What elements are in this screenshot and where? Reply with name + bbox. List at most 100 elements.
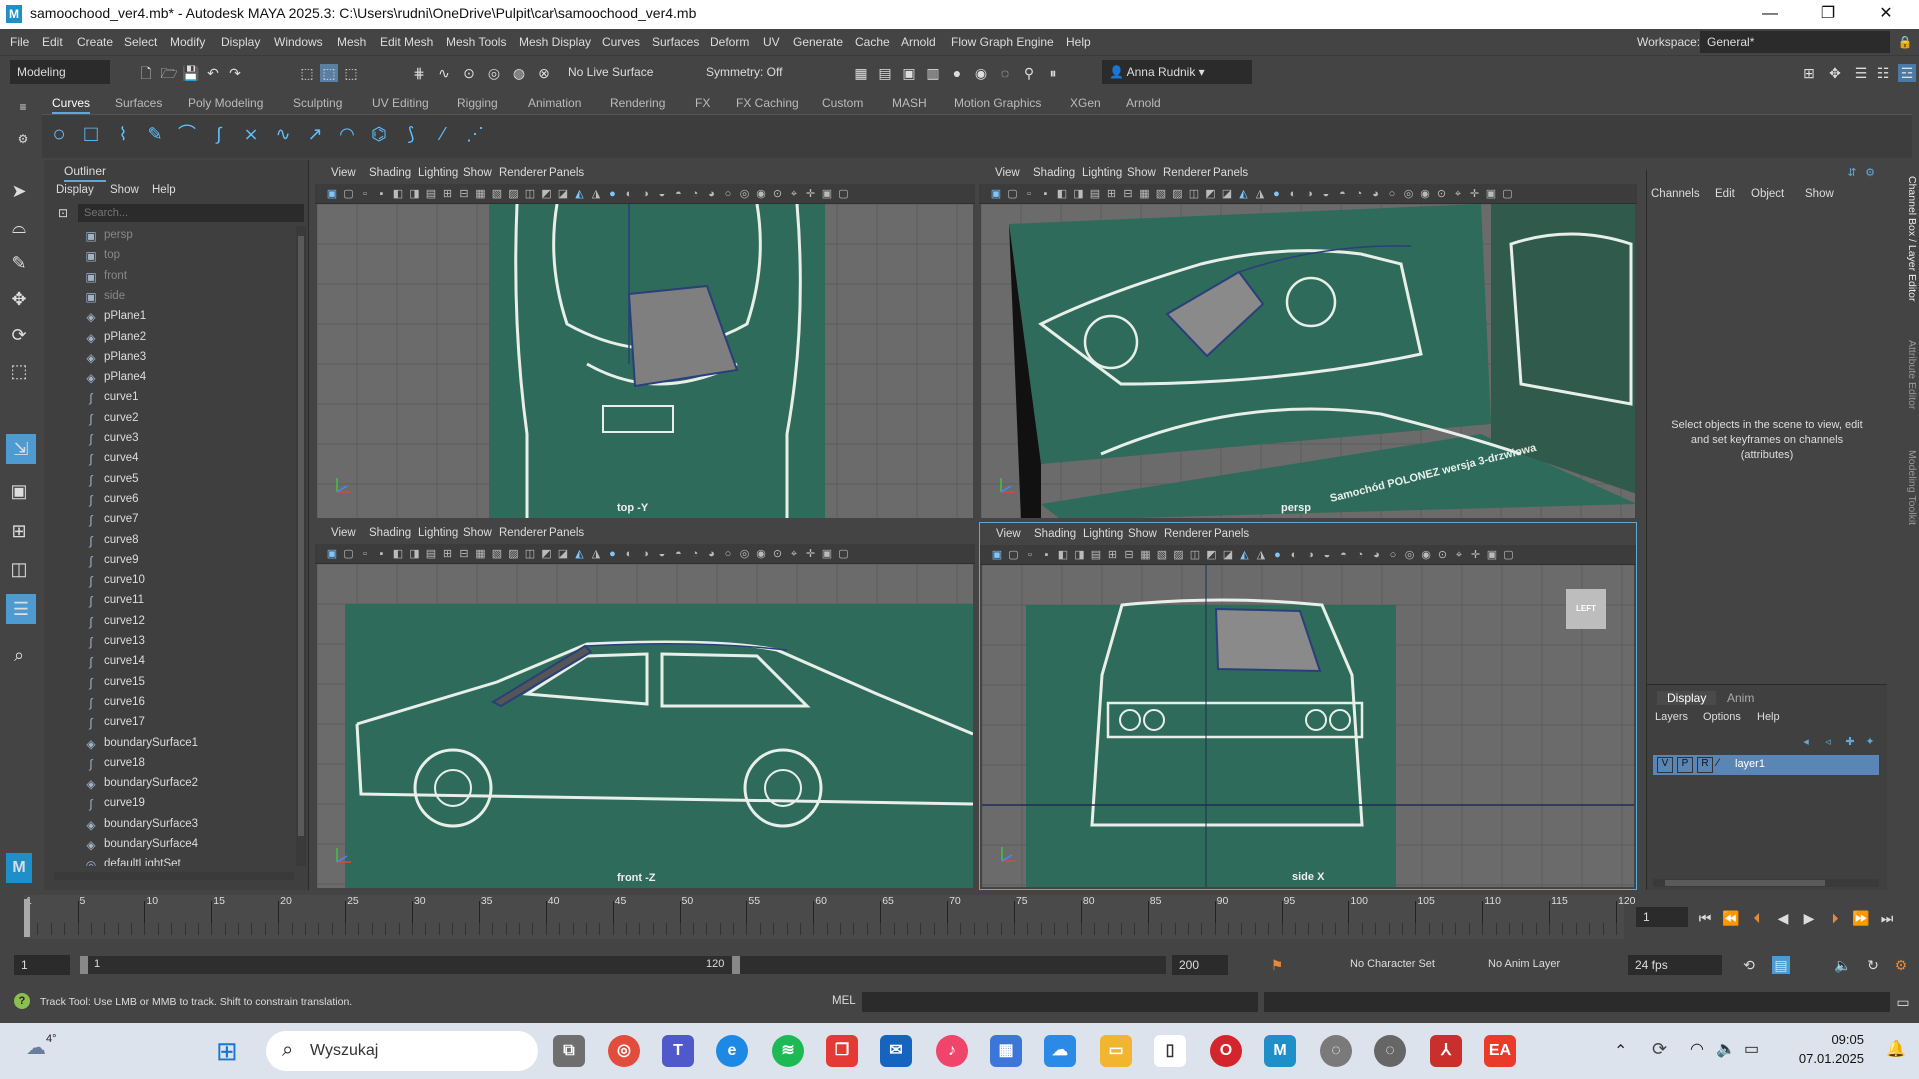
viewport-tool-icon[interactable]: ◧ (389, 545, 407, 563)
viewport-tool-icon[interactable]: ▢ (1004, 185, 1022, 203)
outliner-item[interactable]: ∫ curve12 (44, 612, 294, 632)
spotify-icon[interactable]: ≋ (772, 1035, 804, 1067)
outliner-layout-icon[interactable]: ☰ (6, 594, 36, 624)
shelf-tab-uv-editing[interactable]: UV Editing (372, 96, 429, 110)
viewport-tool-icon[interactable]: ◐ (620, 545, 638, 563)
select-hierarchy-icon[interactable]: ⬚ (298, 64, 316, 82)
viewport-tool-icon[interactable]: ▦ (472, 185, 490, 203)
outliner-item[interactable]: ∫ curve5 (44, 470, 294, 490)
viewport-tool-icon[interactable]: ⊟ (455, 185, 473, 203)
viewport-menu-panels[interactable]: Panels (549, 527, 584, 539)
viewport-tool-icon[interactable]: ⊟ (455, 545, 473, 563)
viewport-tool-icon[interactable]: ◫ (1185, 185, 1203, 203)
viewport-tool-icon[interactable]: ▫ (356, 185, 374, 203)
notifications-icon[interactable]: 🔔 (1886, 1039, 1906, 1059)
script-editor-icon[interactable]: ▭ (1894, 993, 1912, 1011)
channel-box-toggle-icon[interactable]: ⇵ (1843, 164, 1861, 182)
select-tool-icon[interactable]: ➤ (10, 182, 28, 200)
viewport-tool-icon[interactable]: ◩ (1202, 185, 1220, 203)
viewport-tool-icon[interactable]: ◐ (1284, 185, 1302, 203)
menu-mesh-display[interactable]: Mesh Display (519, 35, 591, 49)
viewport-tool-icon[interactable]: ⊟ (1120, 546, 1138, 564)
viewport-tool-icon[interactable]: ⊟ (1119, 185, 1137, 203)
viewport-tool-icon[interactable]: ⊙ (769, 545, 787, 563)
four-pane-layout-icon[interactable]: ⊞ (10, 522, 28, 540)
viewport-tool-icon[interactable]: ✛ (1466, 185, 1484, 203)
layer-hscrollbar[interactable] (1653, 879, 1879, 887)
menu-cache[interactable]: Cache (855, 35, 890, 49)
wifi-icon[interactable]: ◠ (1690, 1039, 1704, 1059)
workspace-select[interactable]: General* (1700, 31, 1890, 53)
bend-curve-icon[interactable]: ⋰ (466, 125, 484, 143)
viewport-tool-icon[interactable]: ◓ (1335, 546, 1353, 564)
weather-icon[interactable]: ☁ (26, 1035, 46, 1060)
bezier-curve-icon[interactable]: ∫ (210, 125, 228, 143)
tool-settings-icon[interactable]: ☷ (1874, 64, 1892, 82)
viewport-tool-icon[interactable]: ○ (1383, 185, 1401, 203)
viewport-menu-shading[interactable]: Shading (369, 167, 411, 179)
viewport-tool-icon[interactable]: ◐ (620, 185, 638, 203)
outliner-item[interactable]: ∫ curve18 (44, 754, 294, 774)
script-language-toggle[interactable]: MEL (832, 995, 856, 1007)
viewport-canvas[interactable]: top -Y (317, 204, 973, 518)
viewport-menu-lighting[interactable]: Lighting (418, 527, 458, 539)
viewport-tool-icon[interactable]: ▢ (1500, 546, 1518, 564)
viewport-tool-icon[interactable]: ⊙ (1433, 185, 1451, 203)
viewport-tool-icon[interactable]: ◉ (752, 185, 770, 203)
viewport-menu-show[interactable]: Show (463, 167, 492, 179)
attach-curves-icon[interactable]: ⨯ (242, 125, 260, 143)
arnold-render-icon[interactable]: ◉ (972, 64, 990, 82)
save-scene-icon[interactable]: 💾 (182, 64, 200, 82)
menu-edit[interactable]: Edit (42, 35, 63, 49)
shelf-tab-xgen[interactable]: XGen (1070, 96, 1101, 110)
side-tab-modeling-toolkit[interactable]: Modeling Toolkit (1906, 450, 1918, 525)
viewport-tool-icon[interactable]: ▦ (472, 545, 490, 563)
channel-box-icon[interactable]: ☲ (1898, 64, 1916, 82)
viewport-menu-panels[interactable]: Panels (1214, 528, 1249, 540)
outliner-item[interactable]: ∫ curve14 (44, 652, 294, 672)
viewport-tool-icon[interactable]: ▪ (1037, 185, 1055, 203)
view-cube[interactable]: LEFT (1566, 589, 1606, 629)
layer-playback-toggle[interactable]: P (1677, 757, 1693, 773)
viewport-tool-icon[interactable]: ● (1268, 185, 1286, 203)
viewport-tool-icon[interactable]: ◩ (538, 185, 556, 203)
outliner-item[interactable]: ◈ boundarySurface1 (44, 734, 294, 754)
layer-name[interactable]: layer1 (1735, 758, 1765, 770)
viewport-tool-icon[interactable]: ◕ (703, 185, 721, 203)
layer-reference-toggle[interactable]: R (1697, 757, 1713, 773)
viewport-tool-icon[interactable]: ○ (719, 545, 737, 563)
outliner-item[interactable]: ∫ curve2 (44, 409, 294, 429)
outliner-scrollbar[interactable] (296, 226, 306, 866)
render-view-icon[interactable]: ▦ (852, 64, 870, 82)
menu-display[interactable]: Display (221, 35, 260, 49)
viewport-menu-shading[interactable]: Shading (1034, 528, 1076, 540)
viewport-tool-icon[interactable]: ▢ (340, 185, 358, 203)
viewport-tool-icon[interactable]: ◮ (587, 545, 605, 563)
select-component-icon[interactable]: ⬚ (342, 64, 360, 82)
viewport-menu-shading[interactable]: Shading (1033, 167, 1075, 179)
viewport-tool-icon[interactable]: ▢ (835, 545, 853, 563)
animation-start-field[interactable]: 1 (14, 955, 70, 975)
task-view-icon[interactable]: ⧉ (553, 1035, 585, 1067)
viewport-tool-icon[interactable]: ◫ (521, 185, 539, 203)
viewport-tool-icon[interactable]: ▦ (1137, 546, 1155, 564)
viewport-tool-icon[interactable]: ▨ (505, 545, 523, 563)
viewport-tool-icon[interactable]: ◔ (686, 185, 704, 203)
shelf-tab-surfaces[interactable]: Surfaces (115, 96, 162, 110)
loop-icon[interactable]: ⟲ (1740, 956, 1758, 974)
outliner-item[interactable]: ∫ curve17 (44, 713, 294, 733)
hypershade-icon[interactable]: ● (948, 64, 966, 82)
viewport-persp[interactable]: View Shading Lighting Show Renderer Panels ▣ ▢ ▫… (979, 162, 1637, 520)
channel-menu-edit[interactable]: Edit (1715, 188, 1735, 200)
viewport-tool-icon[interactable]: ◎ (736, 545, 754, 563)
modeling-toolkit-icon[interactable]: ✥ (1826, 64, 1844, 82)
acrobat-icon[interactable]: ⅄ (1430, 1035, 1462, 1067)
menu-set-select[interactable]: Modeling (10, 60, 110, 84)
viewport-tool-icon[interactable]: ⊞ (1103, 185, 1121, 203)
viewport-tool-icon[interactable]: ◮ (1251, 185, 1269, 203)
shelf-tab-custom[interactable]: Custom (822, 96, 863, 110)
viewport-tool-icon[interactable]: ▤ (422, 545, 440, 563)
outliner-item[interactable]: ∫ curve16 (44, 693, 294, 713)
outliner-item[interactable]: ▣ top (44, 246, 294, 266)
layer-menu-layers[interactable]: Layers (1655, 711, 1688, 723)
